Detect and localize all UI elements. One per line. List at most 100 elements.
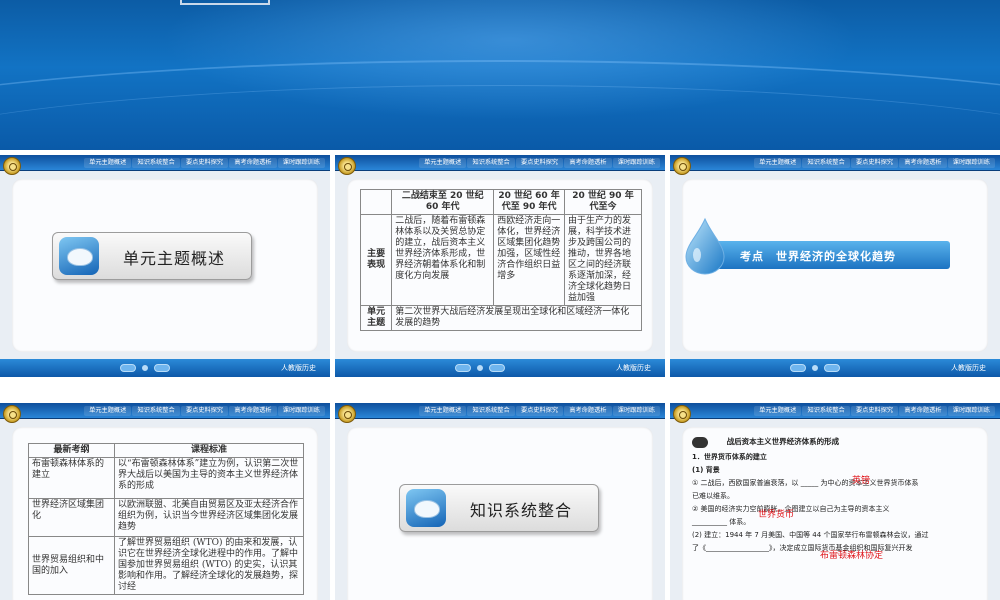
lesson-heading: 战后资本主义世界经济体系的形成 [726, 437, 840, 446]
nav-sources[interactable]: 要点史料探究 [850, 406, 899, 416]
slide-nav-bar: 单元主题概述 知识系统整合 要点史料探究 高考命题透析 课时跟踪训练 [670, 155, 1000, 171]
nav-training[interactable]: 课时跟踪训练 [277, 158, 326, 168]
section-icon [59, 237, 99, 275]
section-title: 知识系统整合 [470, 501, 573, 520]
nav-knowledge[interactable]: 知识系统整合 [132, 158, 180, 168]
nav-exam[interactable]: 高考命题透析 [899, 158, 947, 168]
table-header: 二战结束至 20 世纪 60 年代 [391, 189, 495, 215]
next-button[interactable] [154, 364, 170, 372]
section-icon [406, 489, 446, 527]
nav-knowledge[interactable]: 知识系统整合 [802, 406, 850, 416]
slide-thumbnail-4[interactable]: 单元主题概述 知识系统整合 要点史料探究 高考命题透析 课时跟踪训练 最新考纲 … [0, 403, 330, 600]
logo-icon [3, 157, 21, 175]
section-bullet-icon [692, 436, 708, 448]
table-cell: 由于生产力的发展，科学技术进步及跨国公司的推动，世界各地区之间的经济联系逐渐加深… [563, 214, 643, 306]
row-label: 主要表现 [359, 214, 393, 306]
table-cell: 了解世界贸易组织 (WTO) 的由来和发展，认识它在世界经济全球化进程中的作用。… [114, 536, 304, 595]
next-button[interactable] [489, 364, 505, 372]
nav-exam[interactable]: 高考命题透析 [229, 158, 277, 168]
slide-footer: 人教版历史 [0, 359, 330, 377]
curriculum-table: 最新考纲 课程标准 布雷顿森林体系的建立 以“布雷顿森林体系”建立为例，认识第二… [28, 443, 304, 595]
nav-exam[interactable]: 高考命题透析 [564, 158, 612, 168]
topic-banner: 考点 世界经济的全球化趋势 [690, 241, 950, 269]
slide-thumbnail-3[interactable]: 单元主题概述 知识系统整合 要点史料探究 高考命题透析 课时跟踪训练 考点 世界… [670, 155, 1000, 377]
nav-sources[interactable]: 要点史料探究 [850, 158, 899, 168]
slide-thumbnail-5[interactable]: 单元主题概述 知识系统整合 要点史料探究 高考命题透析 课时跟踪训练 知识系统整… [335, 403, 665, 600]
nav-unit-overview[interactable]: 单元主题概述 [84, 406, 132, 416]
nav-exam[interactable]: 高考命题透析 [899, 406, 947, 416]
prev-button[interactable] [790, 364, 806, 372]
lesson-line: (2) 建立：1944 年 7 月美国、中国等 44 个国家举行布雷顿森林会议，… [692, 531, 929, 539]
table-cell: 第二次世界大战后经济发展呈现出全球化和区域经济一体化发展的趋势 [391, 305, 642, 331]
section-title-button[interactable]: 单元主题概述 [52, 232, 252, 280]
nav-exam[interactable]: 高考命题透析 [564, 406, 612, 416]
nav-training[interactable]: 课时跟踪训练 [947, 158, 996, 168]
section-title: 单元主题概述 [123, 249, 226, 268]
nav-unit-overview[interactable]: 单元主题概述 [419, 406, 467, 416]
next-button[interactable] [824, 364, 840, 372]
title-slide-preview[interactable] [0, 0, 1000, 150]
slide-thumbnail-1[interactable]: 单元主题概述 知识系统整合 要点史料探究 高考命题透析 课时跟踪训练 单元主题概… [0, 155, 330, 377]
table-header: 最新考纲 [28, 443, 115, 458]
table-cell: 世界经济区域集团化 [28, 498, 115, 537]
table-header [359, 189, 393, 215]
prev-button[interactable] [455, 364, 471, 372]
home-icon[interactable] [142, 365, 148, 371]
nav-sources[interactable]: 要点史料探究 [180, 158, 229, 168]
slide-footer: 人教版历史 [670, 359, 1000, 377]
table-header: 20 世纪 60 年代至 90 年代 [493, 189, 565, 215]
nav-sources[interactable]: 要点史料探究 [515, 158, 564, 168]
slide-nav-bar: 单元主题概述 知识系统整合 要点史料探究 高考命题透析 课时跟踪训练 [0, 403, 330, 419]
home-icon[interactable] [812, 365, 818, 371]
slide-thumbnail-2[interactable]: 单元主题概述 知识系统整合 要点史料探究 高考命题透析 课时跟踪训练 二战结束至… [335, 155, 665, 377]
nav-sources[interactable]: 要点史料探究 [515, 406, 564, 416]
nav-training[interactable]: 课时跟踪训练 [612, 406, 661, 416]
logo-icon [673, 157, 691, 175]
publisher-label: 人教版历史 [616, 364, 651, 372]
nav-training[interactable]: 课时跟踪训练 [947, 406, 996, 416]
nav-unit-overview[interactable]: 单元主题概述 [754, 406, 802, 416]
slide-nav-bar: 单元主题概述 知识系统整合 要点史料探究 高考命题透析 课时跟踪训练 [670, 403, 1000, 419]
nav-sources[interactable]: 要点史料探究 [180, 406, 229, 416]
nav-training[interactable]: 课时跟踪训练 [612, 158, 661, 168]
slide-content: 考点 世界经济的全球化趋势 [682, 179, 988, 352]
table-cell: 以欧洲联盟、北美自由贸易区及亚太经济合作组织为例，认识当今世界经济区域集团化发展… [114, 498, 304, 537]
slide-content: 战后资本主义世界经济体系的形成 1．世界货币体系的建立 (1) 背景 ① 二战后… [682, 427, 988, 600]
prev-button[interactable] [120, 364, 136, 372]
home-icon[interactable] [477, 365, 483, 371]
slide-content: 单元主题概述 [12, 179, 318, 352]
title-frame [180, 0, 270, 5]
answer-text: 英镑 [852, 476, 871, 486]
topic-banner-text: 考点 世界经济的全球化趋势 [740, 250, 896, 263]
table-cell: 二战后，随着布雷顿森林体系以及关贸总协定的建立，战后资本主义世界经济体系形成，世… [391, 214, 495, 306]
lesson-text: 战后资本主义世界经济体系的形成 1．世界货币体系的建立 (1) 背景 ① 二战后… [692, 435, 982, 561]
lesson-line: ② 美国的经济实力空前膨胀，企图建立以自己为主导的资本主义 [692, 505, 890, 513]
nav-training[interactable]: 课时跟踪训练 [277, 406, 326, 416]
slide-content: 知识系统整合 [347, 427, 653, 600]
nav-knowledge[interactable]: 知识系统整合 [132, 406, 180, 416]
table-cell: 世界贸易组织和中国的加入 [28, 536, 115, 595]
publisher-label: 人教版历史 [281, 364, 316, 372]
nav-unit-overview[interactable]: 单元主题概述 [84, 158, 132, 168]
table-cell: 以“布雷顿森林体系”建立为例，认识第二次世界大战后以美国为主导的资本主义世界经济… [114, 457, 304, 499]
lesson-label: (1) 背景 [692, 466, 720, 474]
nav-knowledge[interactable]: 知识系统整合 [802, 158, 850, 168]
table-cell: 布雷顿森林体系的建立 [28, 457, 115, 499]
table-header: 课程标准 [114, 443, 304, 458]
water-drop-icon [685, 217, 725, 275]
nav-unit-overview[interactable]: 单元主题概述 [419, 158, 467, 168]
table-header: 20 世纪 90 年代至今 [563, 189, 643, 215]
lesson-line: ① 二战后，西欧国家普遍衰落，以 _____ 为中心的资本主义世界货币体系 [692, 479, 919, 487]
nav-exam[interactable]: 高考命题透析 [229, 406, 277, 416]
slide-footer: 人教版历史 [335, 359, 665, 377]
nav-unit-overview[interactable]: 单元主题概述 [754, 158, 802, 168]
answer-text: 世界货币 [758, 510, 795, 520]
slide-nav-bar: 单元主题概述 知识系统整合 要点史料探究 高考命题透析 课时跟踪训练 [335, 155, 665, 171]
logo-icon [3, 405, 21, 423]
nav-knowledge[interactable]: 知识系统整合 [467, 158, 515, 168]
row-label: 单元主题 [359, 305, 393, 331]
slide-thumbnail-6[interactable]: 单元主题概述 知识系统整合 要点史料探究 高考命题透析 课时跟踪训练 战后资本主… [670, 403, 1000, 600]
nav-knowledge[interactable]: 知识系统整合 [467, 406, 515, 416]
table-cell: 西欧经济走向一体化，世界经济区域集团化趋势加强，区域性经济合作组织日益增多 [493, 214, 565, 306]
section-title-button[interactable]: 知识系统整合 [399, 484, 599, 532]
